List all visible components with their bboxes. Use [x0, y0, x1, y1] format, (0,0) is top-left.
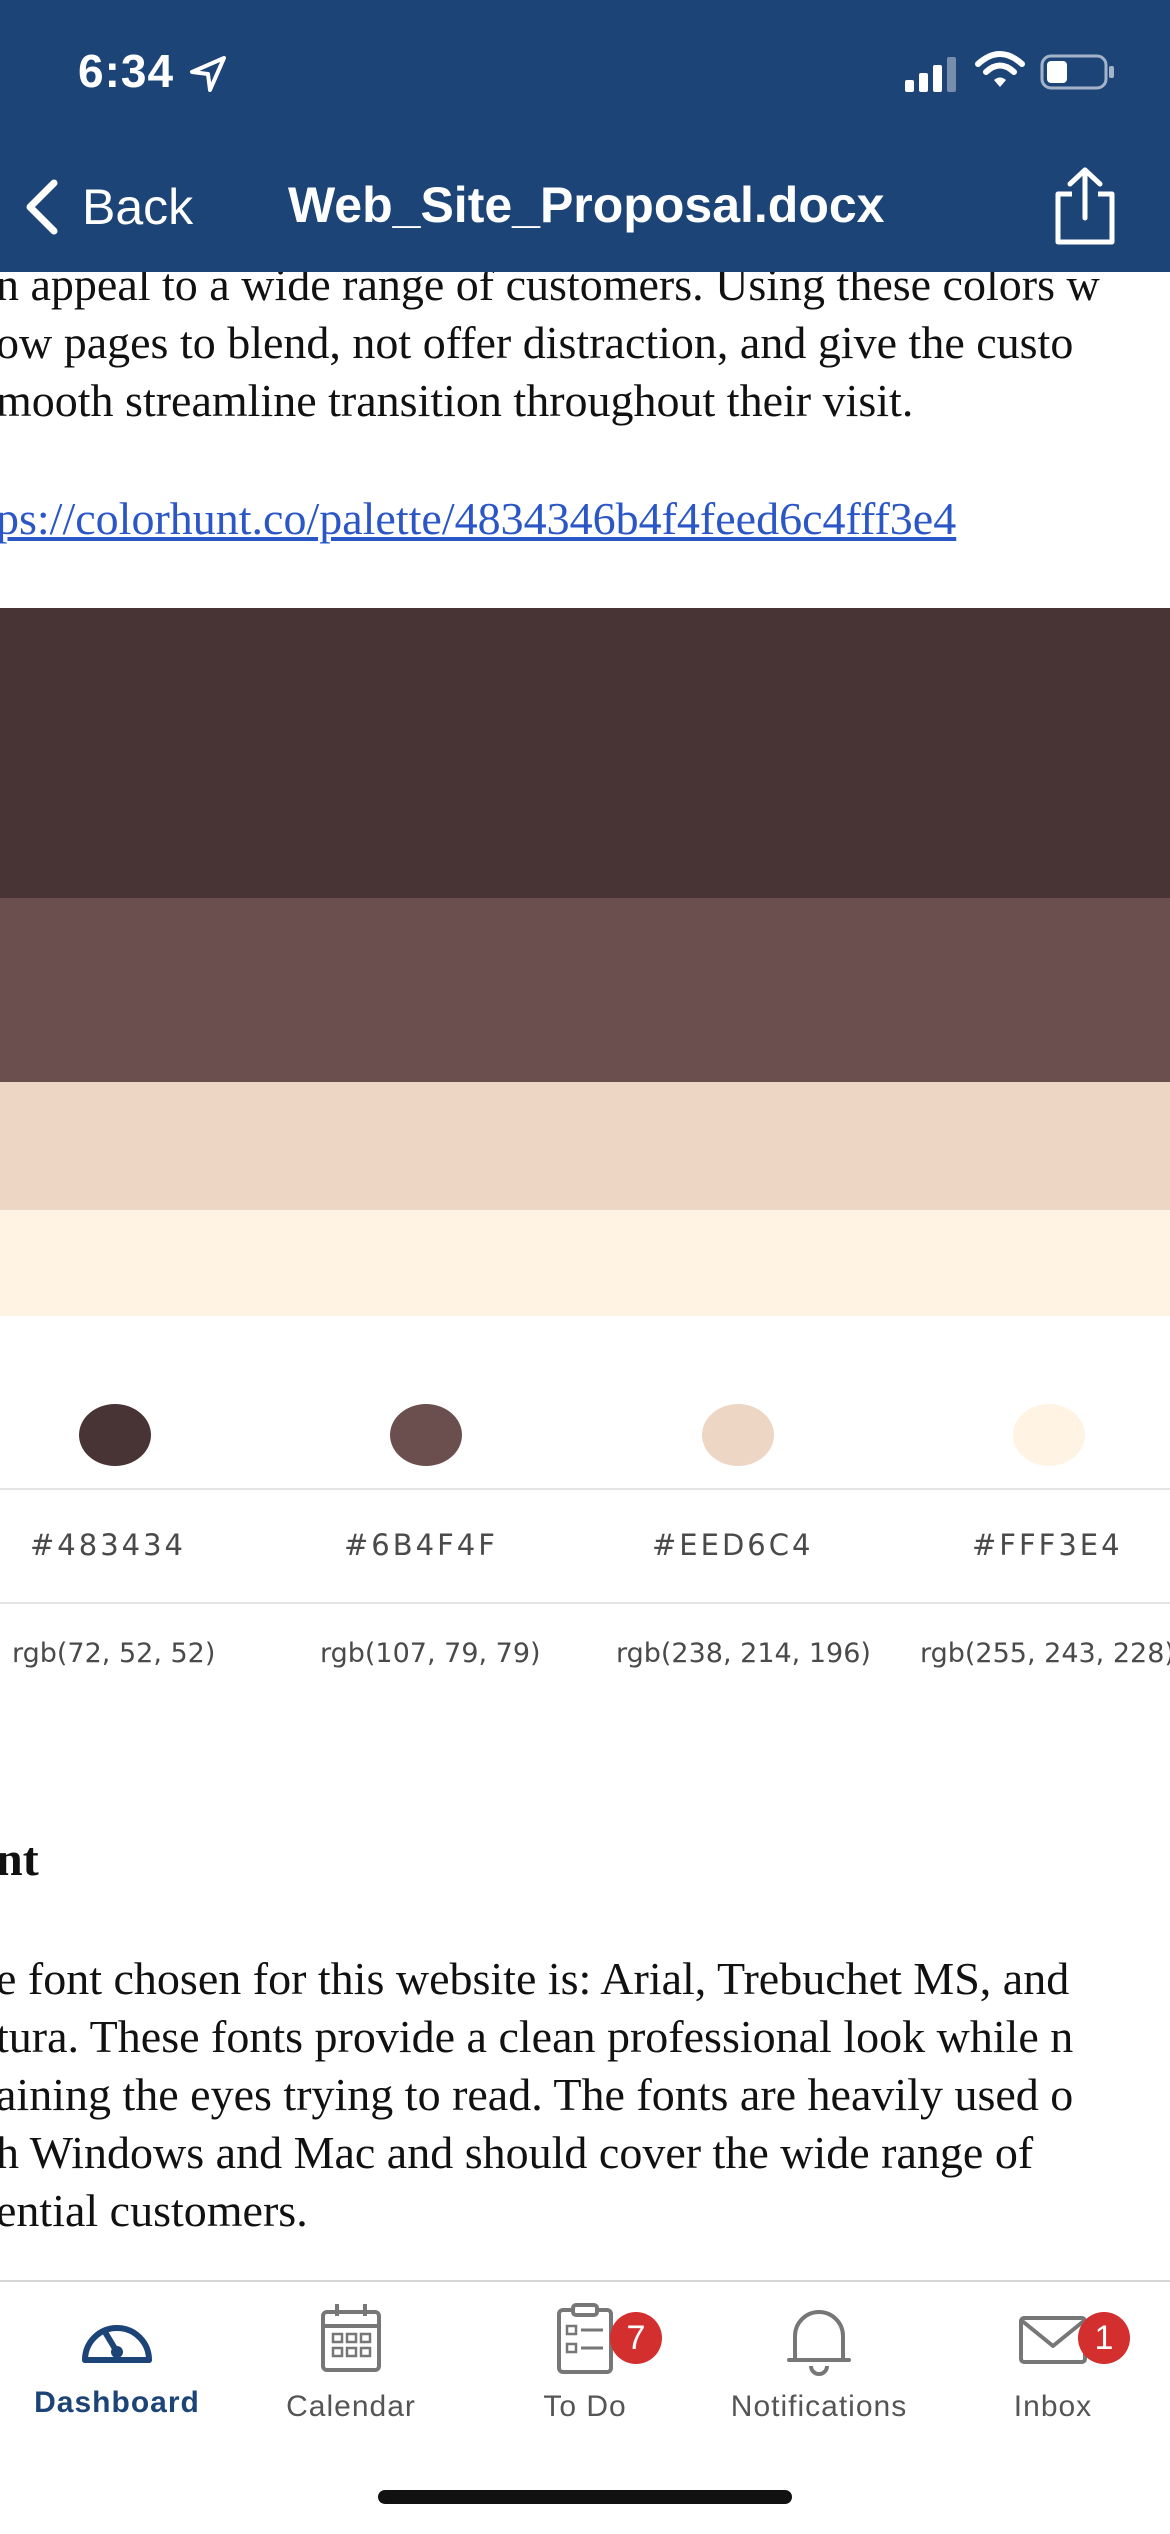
tab-calendar[interactable]: Calendar: [234, 2302, 468, 2452]
palette-swatch-eed6c4: [0, 1082, 1170, 1210]
section-heading: nt: [0, 1833, 39, 1886]
intro-line: ow pages to blend, not offer distraction…: [0, 317, 1074, 368]
hex-value: #FFF3E4: [972, 1528, 1123, 1562]
tab-inbox[interactable]: Inbox 1: [936, 2302, 1170, 2452]
palette-swatch-6b4f4f: [0, 898, 1170, 1082]
font-line: e font chosen for this website is: Arial…: [0, 1953, 1070, 2004]
tab-notifications[interactable]: Notifications: [702, 2302, 936, 2452]
tab-label: To Do: [543, 2390, 627, 2423]
back-label: Back: [82, 179, 194, 235]
chevron-left-icon: [26, 179, 58, 235]
tab-dashboard[interactable]: Dashboard: [0, 2302, 234, 2452]
tab-label: Notifications: [730, 2390, 908, 2423]
font-line: ential customers.: [0, 2185, 308, 2236]
location-arrow-icon: [190, 56, 226, 92]
dashboard-icon: [82, 2325, 152, 2363]
tab-label: Calendar: [286, 2390, 416, 2423]
battery-icon: [1040, 54, 1114, 90]
app-header: 6:34 Back Web_Site_Proposal.docx: [0, 0, 1170, 272]
tab-todo[interactable]: To Do 7: [468, 2302, 702, 2452]
document-content[interactable]: n appeal to a wide range of customers. U…: [0, 0, 1170, 2280]
intro-line: mooth streamline transition throughout t…: [0, 375, 914, 426]
divider: [0, 1602, 1170, 1604]
hex-value: #EED6C4: [652, 1528, 814, 1562]
font-line: aining the eyes trying to read. The font…: [0, 2069, 1074, 2120]
calendar-icon: [321, 2304, 381, 2372]
rgb-value: rgb(107, 79, 79): [320, 1638, 541, 1669]
status-time: 6:34: [78, 45, 175, 97]
palette-swatch-fff3e4: [0, 1210, 1170, 1316]
inbox-badge: 1: [1078, 2312, 1130, 2364]
wifi-icon: [975, 51, 1025, 87]
todo-badge: 7: [610, 2312, 662, 2364]
palette-swatch-483434: [0, 608, 1170, 898]
cellular-signal-icon: [905, 57, 956, 92]
color-dot: [702, 1404, 774, 1466]
rgb-value: rgb(72, 52, 52): [12, 1638, 216, 1669]
document-title: Web_Site_Proposal.docx: [288, 177, 885, 233]
hex-value: #483434: [30, 1528, 187, 1562]
bell-icon: [787, 2310, 851, 2376]
home-indicator: [378, 2490, 792, 2504]
color-dot: [390, 1404, 462, 1466]
rgb-value: rgb(238, 214, 196): [616, 1638, 871, 1669]
color-dot: [1013, 1404, 1085, 1466]
tab-label: Dashboard: [34, 2386, 200, 2419]
font-line: h Windows and Mac and should cover the w…: [0, 2127, 1034, 2178]
back-button[interactable]: Back: [22, 170, 193, 244]
rgb-value: rgb(255, 243, 228): [920, 1638, 1170, 1669]
share-icon[interactable]: [1050, 166, 1120, 246]
tab-label: Inbox: [1013, 2390, 1093, 2423]
hex-value: #6B4F4F: [344, 1528, 498, 1562]
palette-link[interactable]: ps://colorhunt.co/palette/4834346b4f4fee…: [0, 492, 956, 545]
color-dot: [79, 1404, 151, 1466]
divider: [0, 1488, 1170, 1490]
font-line: tura. These fonts provide a clean profes…: [0, 2011, 1074, 2062]
